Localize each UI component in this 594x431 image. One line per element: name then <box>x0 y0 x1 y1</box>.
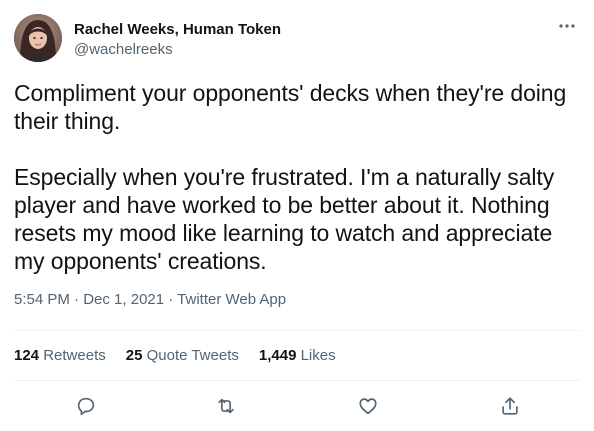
retweet-icon <box>218 398 234 414</box>
tweet-header: Rachel Weeks, Human Token @wachelreeks <box>14 14 580 64</box>
more-options-button[interactable] <box>554 16 580 36</box>
quote-tweets-label: Quote Tweets <box>146 346 239 364</box>
meta-separator: · <box>69 291 84 308</box>
likes-count: 1,449 <box>258 346 297 364</box>
user-handle[interactable]: @wachelreeks <box>74 40 281 60</box>
tweet-date[interactable]: Dec 1, 2021 <box>83 291 164 308</box>
tweet-text: Compliment your opponents' decks when th… <box>14 80 567 274</box>
retweets-label: Retweets <box>43 346 106 364</box>
user-avatar <box>14 14 62 62</box>
like-heart-icon <box>359 398 377 415</box>
retweets-count: 124 <box>14 346 40 364</box>
meta-separator: · <box>164 291 178 308</box>
tweet-time[interactable]: 5:54 PM <box>14 291 70 308</box>
quote-tweets-stat[interactable]: 25 Quote Tweets <box>126 347 239 364</box>
share-button[interactable] <box>496 392 524 420</box>
tweet-source[interactable]: Twitter Web App <box>177 291 286 308</box>
reply-button[interactable] <box>72 392 100 420</box>
share-icon <box>502 397 518 415</box>
likes-stat[interactable]: 1,449 Likes <box>259 347 336 364</box>
more-horizontal-icon <box>559 24 575 28</box>
likes-label: Likes <box>300 346 336 364</box>
author-names: Rachel Weeks, Human Token @wachelreeks <box>74 20 281 60</box>
retweet-button[interactable] <box>212 392 240 420</box>
tweet-actions <box>14 392 580 420</box>
display-name[interactable]: Rachel Weeks, Human Token <box>74 20 281 40</box>
quote-tweets-count: 25 <box>125 346 143 364</box>
retweets-stat[interactable]: 124 Retweets <box>14 347 106 364</box>
tweet-meta: 5:54 PM · Dec 1, 2021 · Twitter Web App <box>14 290 286 310</box>
avatar[interactable] <box>14 14 62 62</box>
tweet-card: Rachel Weeks, Human Token @wachelreeks C… <box>0 0 594 431</box>
divider <box>14 380 580 381</box>
reply-icon <box>77 397 95 416</box>
tweet-stats: 124 Retweets 25 Quote Tweets 1,449 Likes <box>14 344 356 366</box>
divider <box>14 330 580 331</box>
like-button[interactable] <box>354 392 382 420</box>
